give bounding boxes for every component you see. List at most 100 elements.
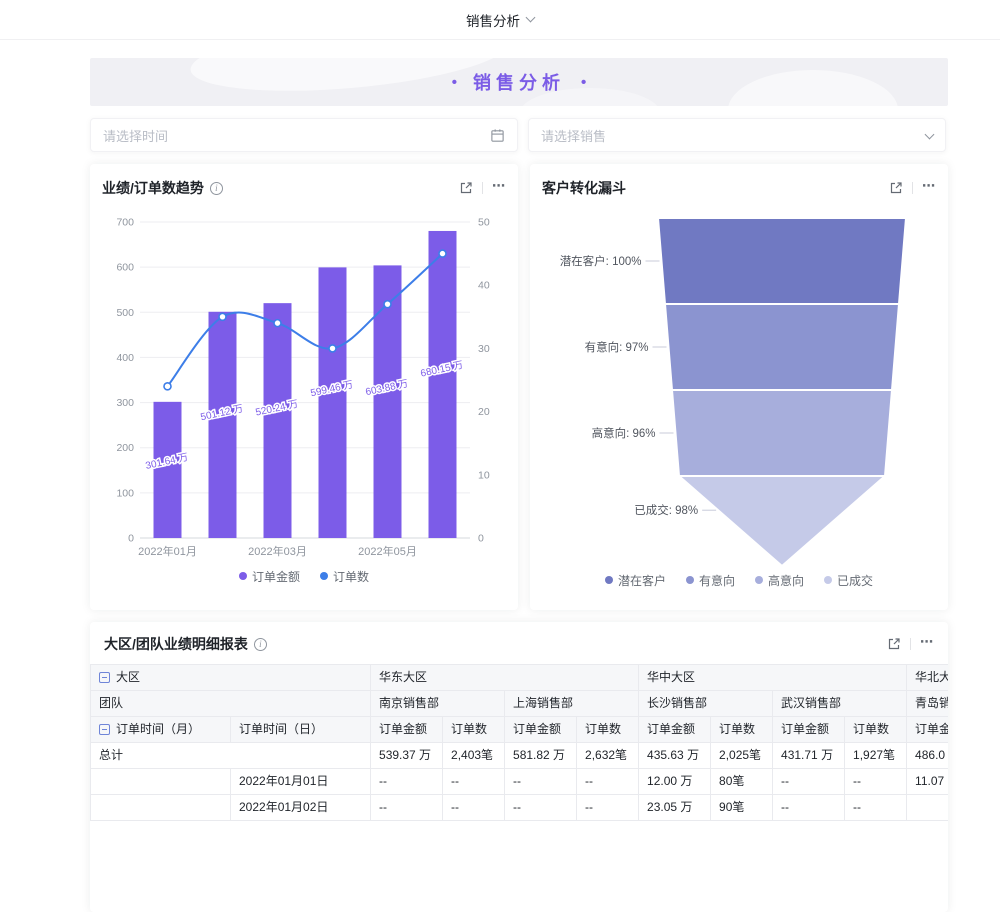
region-header-row: 大区华东大区华中大区华北大区 [91, 665, 949, 691]
table-cell: 486.0 [907, 743, 948, 769]
divider [482, 182, 483, 194]
column-header: 团队 [91, 691, 371, 717]
report-card-header: 大区/团队业绩明细报表 i ⋯ [90, 622, 948, 664]
line-point[interactable] [274, 320, 281, 327]
collapse-icon[interactable] [99, 672, 110, 683]
axis-tick: 0 [478, 533, 484, 545]
column-header: 订单数 [845, 717, 907, 743]
legend-dot-icon [605, 576, 613, 584]
table-cell [91, 769, 231, 795]
axis-tick: 200 [116, 442, 134, 454]
bar[interactable] [319, 267, 347, 538]
axis-tick: 40 [478, 280, 490, 292]
table-cell: 2022年01月02日 [231, 795, 371, 821]
collapse-icon[interactable] [99, 724, 110, 735]
bar[interactable] [154, 402, 182, 538]
legend-label: 高意向 [768, 572, 804, 589]
axis-tick: 20 [478, 406, 490, 418]
funnel-chart-card: 客户转化漏斗 ⋯ 潜在客户: 100%有意向: 97%高意向: 96%已成交: … [530, 164, 948, 610]
bar[interactable] [429, 231, 457, 538]
table-row: 总计539.37 万2,403笔581.82 万2,632笔435.63 万2,… [91, 743, 949, 769]
line-point[interactable] [219, 313, 226, 320]
table-row: 2022年01月02日--------23.05 万90笔---- [91, 795, 949, 821]
info-icon[interactable]: i [210, 182, 223, 195]
bar[interactable] [264, 303, 292, 538]
measure-header-row: 订单时间（月）订单时间（日）订单金额订单数订单金额订单数订单金额订单数订单金额订… [91, 717, 949, 743]
legend-dot-icon [239, 572, 247, 580]
table-cell: -- [577, 769, 639, 795]
legend-item[interactable]: 高意向 [755, 572, 804, 589]
info-icon[interactable]: i [254, 638, 267, 651]
funnel-label: 已成交: 98% [634, 503, 698, 517]
bar[interactable] [209, 312, 237, 538]
export-icon[interactable] [889, 181, 903, 195]
x-axis-label: 2022年01月 [138, 544, 197, 558]
chevron-down-icon[interactable] [526, 13, 536, 23]
time-filter-input[interactable]: 请选择时间 [90, 118, 518, 152]
axis-tick: 30 [478, 343, 490, 355]
column-header: 华东大区 [371, 665, 639, 691]
charts-row: 业绩/订单数趋势 i ⋯ 010020030040050060070001020… [90, 164, 948, 610]
funnel-segment[interactable] [672, 390, 892, 476]
legend-dot-icon [755, 576, 763, 584]
table-cell [91, 795, 231, 821]
table-cell: -- [773, 769, 845, 795]
x-axis-label: 2022年03月 [248, 544, 307, 558]
legend-item[interactable]: 已成交 [824, 572, 873, 589]
funnel-segment[interactable] [658, 218, 906, 304]
column-header: 华中大区 [639, 665, 907, 691]
table-cell: -- [845, 795, 907, 821]
more-icon[interactable]: ⋯ [920, 634, 934, 650]
more-icon[interactable]: ⋯ [922, 178, 936, 194]
column-header: 订单数 [577, 717, 639, 743]
line-point[interactable] [164, 383, 171, 390]
table-cell: -- [505, 795, 577, 821]
trend-chart: 010020030040050060070001020304050301.64 … [102, 206, 506, 566]
column-header: 武汉销售部 [773, 691, 907, 717]
team-header-row: 团队南京销售部上海销售部长沙销售部武汉销售部青岛销售部 [91, 691, 949, 717]
column-header: 订单金额 [371, 717, 443, 743]
legend-item[interactable]: 潜在客户 [605, 572, 666, 589]
line-point[interactable] [329, 345, 336, 352]
column-header: 订单金额 [907, 717, 948, 743]
legend-dot-icon [320, 572, 328, 580]
column-header: 订单时间（日） [231, 717, 371, 743]
banner-dot-right: • [581, 74, 586, 91]
more-icon[interactable]: ⋯ [492, 178, 506, 194]
trend-chart-card: 业绩/订单数趋势 i ⋯ 010020030040050060070001020… [90, 164, 518, 610]
axis-tick: 0 [128, 533, 134, 545]
report-table-card: 大区/团队业绩明细报表 i ⋯ 大区华东大区华中大区华北大区团队南京销售部上海销… [90, 622, 948, 912]
line-point[interactable] [439, 250, 446, 257]
column-header: 上海销售部 [505, 691, 639, 717]
legend-label: 订单数 [333, 568, 369, 585]
table-cell: 1,927笔 [845, 743, 907, 769]
banner-decoration [188, 58, 512, 102]
funnel-segment[interactable] [679, 476, 885, 566]
table-cell: 539.37 万 [371, 743, 443, 769]
funnel-segment[interactable] [665, 304, 899, 390]
page-content: • 销售分析 • 请选择时间 请选择销售 业绩/订单数趋势 i [90, 58, 948, 912]
legend-item[interactable]: 订单金额 [239, 568, 300, 585]
chevron-down-icon [925, 129, 935, 139]
table-cell: 435.63 万 [639, 743, 711, 769]
column-header: 青岛销售部 [907, 691, 948, 717]
table-cell: 581.82 万 [505, 743, 577, 769]
column-header: 订单时间（月） [91, 717, 231, 743]
sales-filter-select[interactable]: 请选择销售 [528, 118, 946, 152]
funnel-label: 潜在客户: 100% [560, 254, 642, 268]
legend-label: 已成交 [837, 572, 873, 589]
table-cell: 2,403笔 [443, 743, 505, 769]
legend-label: 有意向 [699, 572, 735, 589]
legend-item[interactable]: 有意向 [686, 572, 735, 589]
export-icon[interactable] [459, 181, 473, 195]
line-point[interactable] [384, 301, 391, 308]
legend-item[interactable]: 订单数 [320, 568, 369, 585]
axis-tick: 400 [116, 352, 134, 364]
legend-dot-icon [686, 576, 694, 584]
banner-dot-left: • [452, 74, 457, 91]
column-header: 长沙销售部 [639, 691, 773, 717]
card-actions: ⋯ [887, 637, 934, 651]
export-icon[interactable] [887, 637, 901, 651]
table-cell: 2,632笔 [577, 743, 639, 769]
legend-label: 订单金额 [252, 568, 300, 585]
